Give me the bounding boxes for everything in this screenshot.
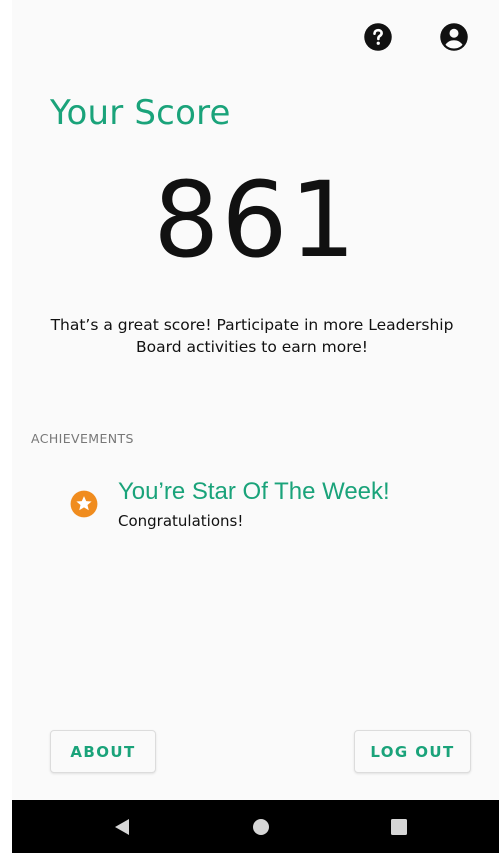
achievement-item: You’re Star Of The Week! Congratulations… [70,478,390,530]
account-circle-icon [439,22,469,52]
home-circle-icon [253,819,269,835]
achievement-text: You’re Star Of The Week! Congratulations… [118,478,390,530]
nav-recents-button[interactable] [384,812,414,842]
achievement-subtitle: Congratulations! [118,512,244,530]
achievements-section-label: ACHIEVEMENTS [31,431,134,446]
score-value: 861 [153,159,358,281]
help-button[interactable] [363,22,393,52]
recents-square-icon [391,819,407,835]
score-title: Your Score [50,93,231,133]
about-button[interactable]: ABOUT [50,730,156,773]
achievement-title: You’re Star Of The Week! [118,478,390,505]
system-navigation-bar [12,800,499,853]
nav-home-button[interactable] [246,812,276,842]
app-screen: Your Score 861 That’s a great score! Par… [12,0,499,853]
back-triangle-icon [115,819,129,835]
score-message: That’s a great score! Participate in mor… [50,316,454,356]
star-badge-icon [70,490,98,518]
nav-back-button[interactable] [107,812,137,842]
help-circle-icon [363,22,393,52]
top-toolbar [363,22,469,52]
account-button[interactable] [439,22,469,52]
logout-button[interactable]: LOG OUT [354,730,471,773]
